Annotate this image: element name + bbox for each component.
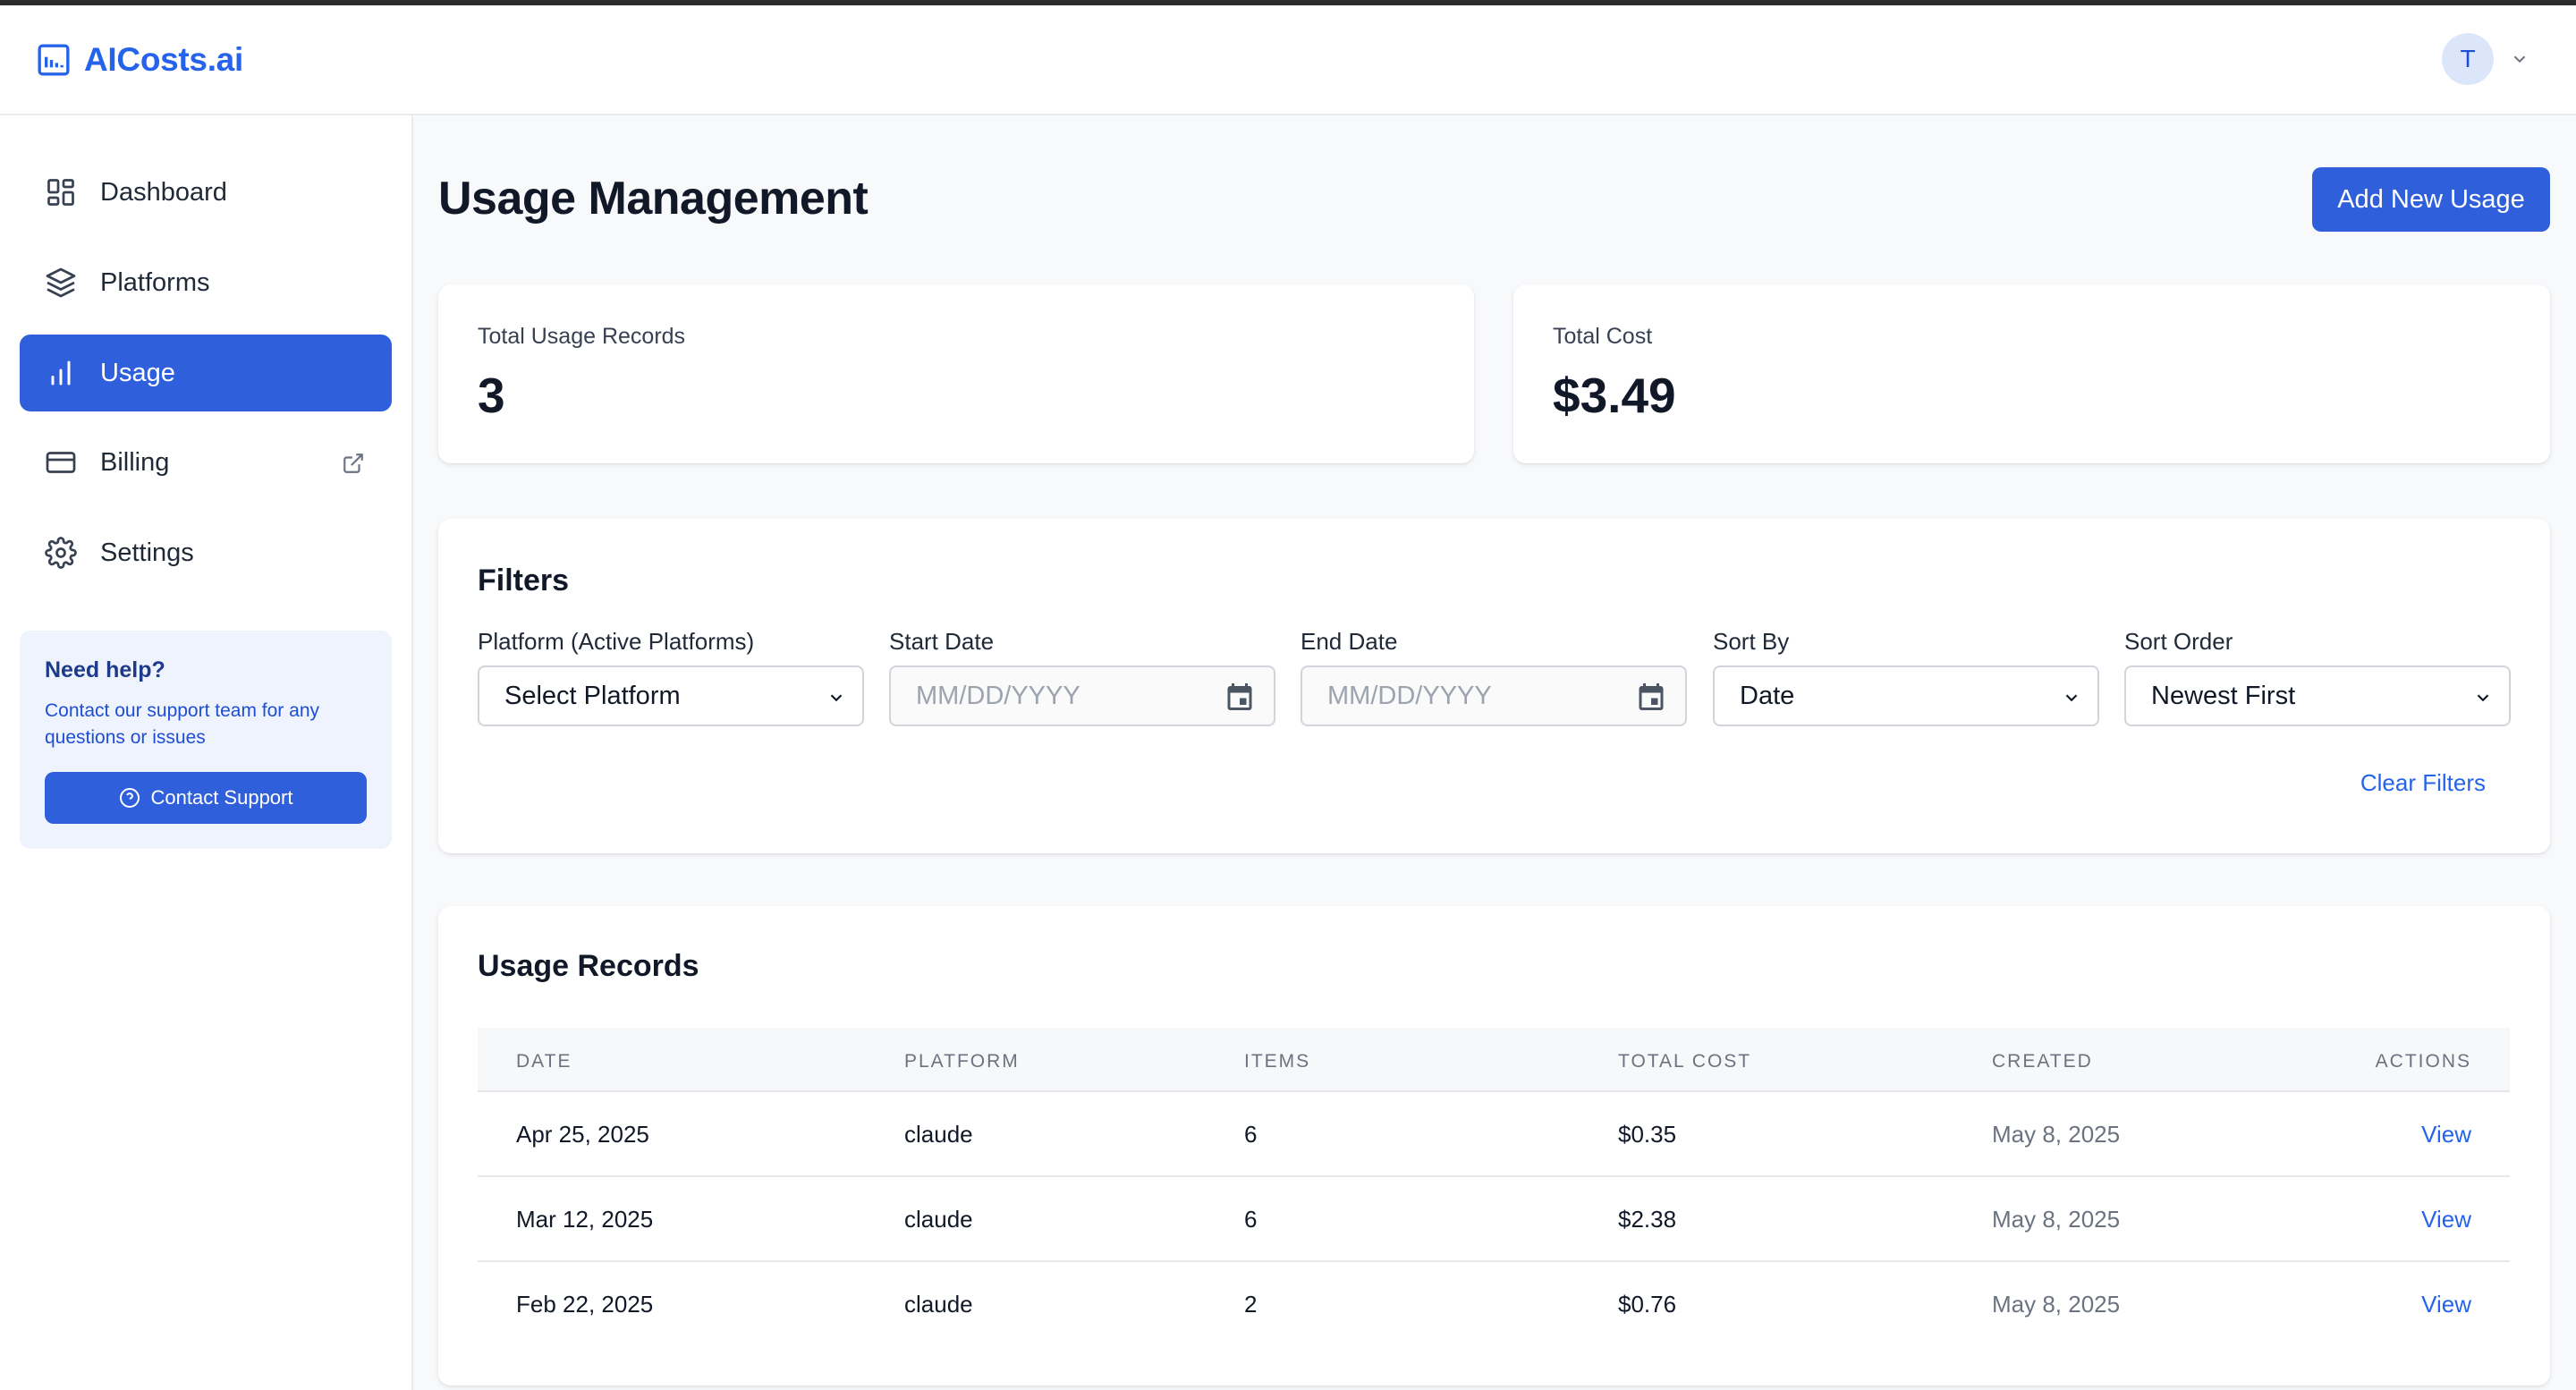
usage-records-table: DATE PLATFORM ITEMS TOTAL COST CREATED A…	[478, 1028, 2510, 1347]
cell-created: May 8, 2025	[1992, 1206, 2121, 1233]
calendar-icon[interactable]	[1635, 681, 1667, 713]
sort-by-value: Date	[1740, 681, 1795, 710]
end-date-placeholder: MM/DD/YYYY	[1327, 681, 1492, 710]
table-row: Mar 12, 2025 claude 6 $2.38 May 8, 2025 …	[478, 1177, 2510, 1262]
sidebar-item-usage[interactable]: Usage	[20, 335, 392, 411]
start-date-input[interactable]: MM/DD/YYYY	[889, 665, 1275, 726]
platform-label: Platform (Active Platforms)	[478, 628, 755, 655]
usage-records-card: Usage Records DATE PLATFORM ITEMS TOTAL …	[438, 906, 2550, 1386]
calendar-icon[interactable]	[1224, 681, 1256, 713]
sidebar-item-dashboard[interactable]: Dashboard	[20, 154, 392, 231]
column-header-items: ITEMS	[1244, 1051, 1311, 1072]
sidebar-item-settings[interactable]: Settings	[20, 514, 392, 591]
column-header-actions: ACTIONS	[2375, 1051, 2471, 1072]
view-link[interactable]: View	[2421, 1121, 2471, 1148]
cell-platform: claude	[904, 1121, 973, 1148]
cell-platform: claude	[904, 1206, 973, 1233]
sidebar-item-label: Dashboard	[100, 177, 227, 207]
sort-by-select[interactable]: Date	[1713, 665, 2099, 726]
sidebar-item-label: Billing	[100, 447, 170, 477]
grid-icon	[47, 179, 74, 206]
total-cost-value: $3.49	[1553, 368, 1676, 423]
table-row: Apr 25, 2025 claude 6 $0.35 May 8, 2025 …	[478, 1092, 2510, 1177]
sidebar-item-label: Settings	[100, 538, 194, 567]
chevron-down-icon	[2065, 694, 2078, 702]
cell-items: 6	[1244, 1206, 1258, 1233]
cell-date: Feb 22, 2025	[516, 1291, 654, 1318]
sidebar: Dashboard Platforms Usage Billing Settin…	[0, 115, 413, 1390]
sidebar-item-platforms[interactable]: Platforms	[20, 244, 392, 321]
cell-date: Apr 25, 2025	[516, 1121, 649, 1148]
platform-select-value: Select Platform	[504, 681, 681, 710]
total-records-card: Total Usage Records 3	[438, 284, 1474, 463]
end-date-input[interactable]: MM/DD/YYYY	[1301, 665, 1687, 726]
start-date-label: Start Date	[889, 628, 995, 655]
page-title: Usage Management	[438, 173, 869, 225]
help-title: Need help?	[45, 657, 165, 682]
sidebar-item-label: Usage	[100, 358, 175, 387]
table-row: Feb 22, 2025 claude 2 $0.76 May 8, 2025 …	[478, 1262, 2510, 1347]
filters-card: Filters Platform (Active Platforms) Sele…	[438, 519, 2550, 853]
cell-created: May 8, 2025	[1992, 1121, 2121, 1148]
platform-select[interactable]: Select Platform	[478, 665, 864, 726]
cell-total-cost: $0.76	[1618, 1291, 1677, 1318]
total-records-value: 3	[478, 368, 505, 423]
chevron-down-icon	[2477, 694, 2489, 702]
cell-items: 2	[1244, 1291, 1258, 1318]
cell-platform: claude	[904, 1291, 973, 1318]
cell-total-cost: $0.35	[1618, 1121, 1677, 1148]
sidebar-item-billing[interactable]: Billing	[20, 424, 392, 501]
column-header-date: DATE	[516, 1051, 572, 1072]
cell-created: May 8, 2025	[1992, 1291, 2121, 1318]
sort-order-select[interactable]: Newest First	[2124, 665, 2511, 726]
app-logo[interactable]: AICosts.ai	[36, 41, 243, 79]
cell-date: Mar 12, 2025	[516, 1206, 654, 1233]
sort-by-label: Sort By	[1713, 628, 1790, 655]
clear-filters-link[interactable]: Clear Filters	[2360, 769, 2486, 797]
column-header-total-cost: TOTAL COST	[1618, 1051, 1752, 1072]
total-cost-label: Total Cost	[1553, 324, 1653, 349]
total-cost-card: Total Cost $3.49	[1513, 284, 2550, 463]
contact-support-label: Contact Support	[150, 786, 293, 809]
view-link[interactable]: View	[2421, 1206, 2471, 1233]
help-text: Contact our support team for any questio…	[45, 700, 319, 748]
bar-chart-icon	[51, 360, 71, 386]
table-header: DATE PLATFORM ITEMS TOTAL COST CREATED A…	[478, 1028, 2510, 1092]
sidebar-item-label: Platforms	[100, 267, 210, 297]
gear-icon	[45, 537, 77, 569]
help-box: Need help? Contact our support team for …	[20, 631, 392, 849]
filters-title: Filters	[478, 564, 570, 598]
credit-card-icon	[46, 452, 76, 473]
usage-records-title: Usage Records	[478, 949, 699, 983]
external-link-icon	[343, 453, 363, 473]
column-header-platform: PLATFORM	[904, 1051, 1020, 1072]
avatar[interactable]: T	[2442, 33, 2494, 85]
chevron-down-icon[interactable]	[2510, 49, 2529, 69]
layers-icon	[46, 267, 76, 298]
chart-logo-icon	[38, 44, 70, 76]
user-menu[interactable]: T	[2442, 33, 2529, 85]
top-header: AICosts.ai T	[0, 5, 2576, 115]
start-date-placeholder: MM/DD/YYYY	[916, 681, 1080, 710]
end-date-label: End Date	[1301, 628, 1398, 655]
cell-items: 6	[1244, 1121, 1258, 1148]
help-circle-icon	[119, 788, 140, 808]
cell-total-cost: $2.38	[1618, 1206, 1677, 1233]
column-header-created: CREATED	[1992, 1051, 2093, 1072]
add-new-usage-button[interactable]: Add New Usage	[2312, 167, 2550, 232]
sort-order-label: Sort Order	[2124, 628, 2233, 655]
view-link[interactable]: View	[2421, 1291, 2471, 1318]
app-name: AICosts.ai	[84, 41, 243, 78]
chevron-down-icon	[830, 694, 843, 702]
sort-order-value: Newest First	[2151, 681, 2296, 710]
contact-support-button[interactable]: Contact Support	[45, 772, 367, 824]
total-records-label: Total Usage Records	[478, 324, 686, 349]
